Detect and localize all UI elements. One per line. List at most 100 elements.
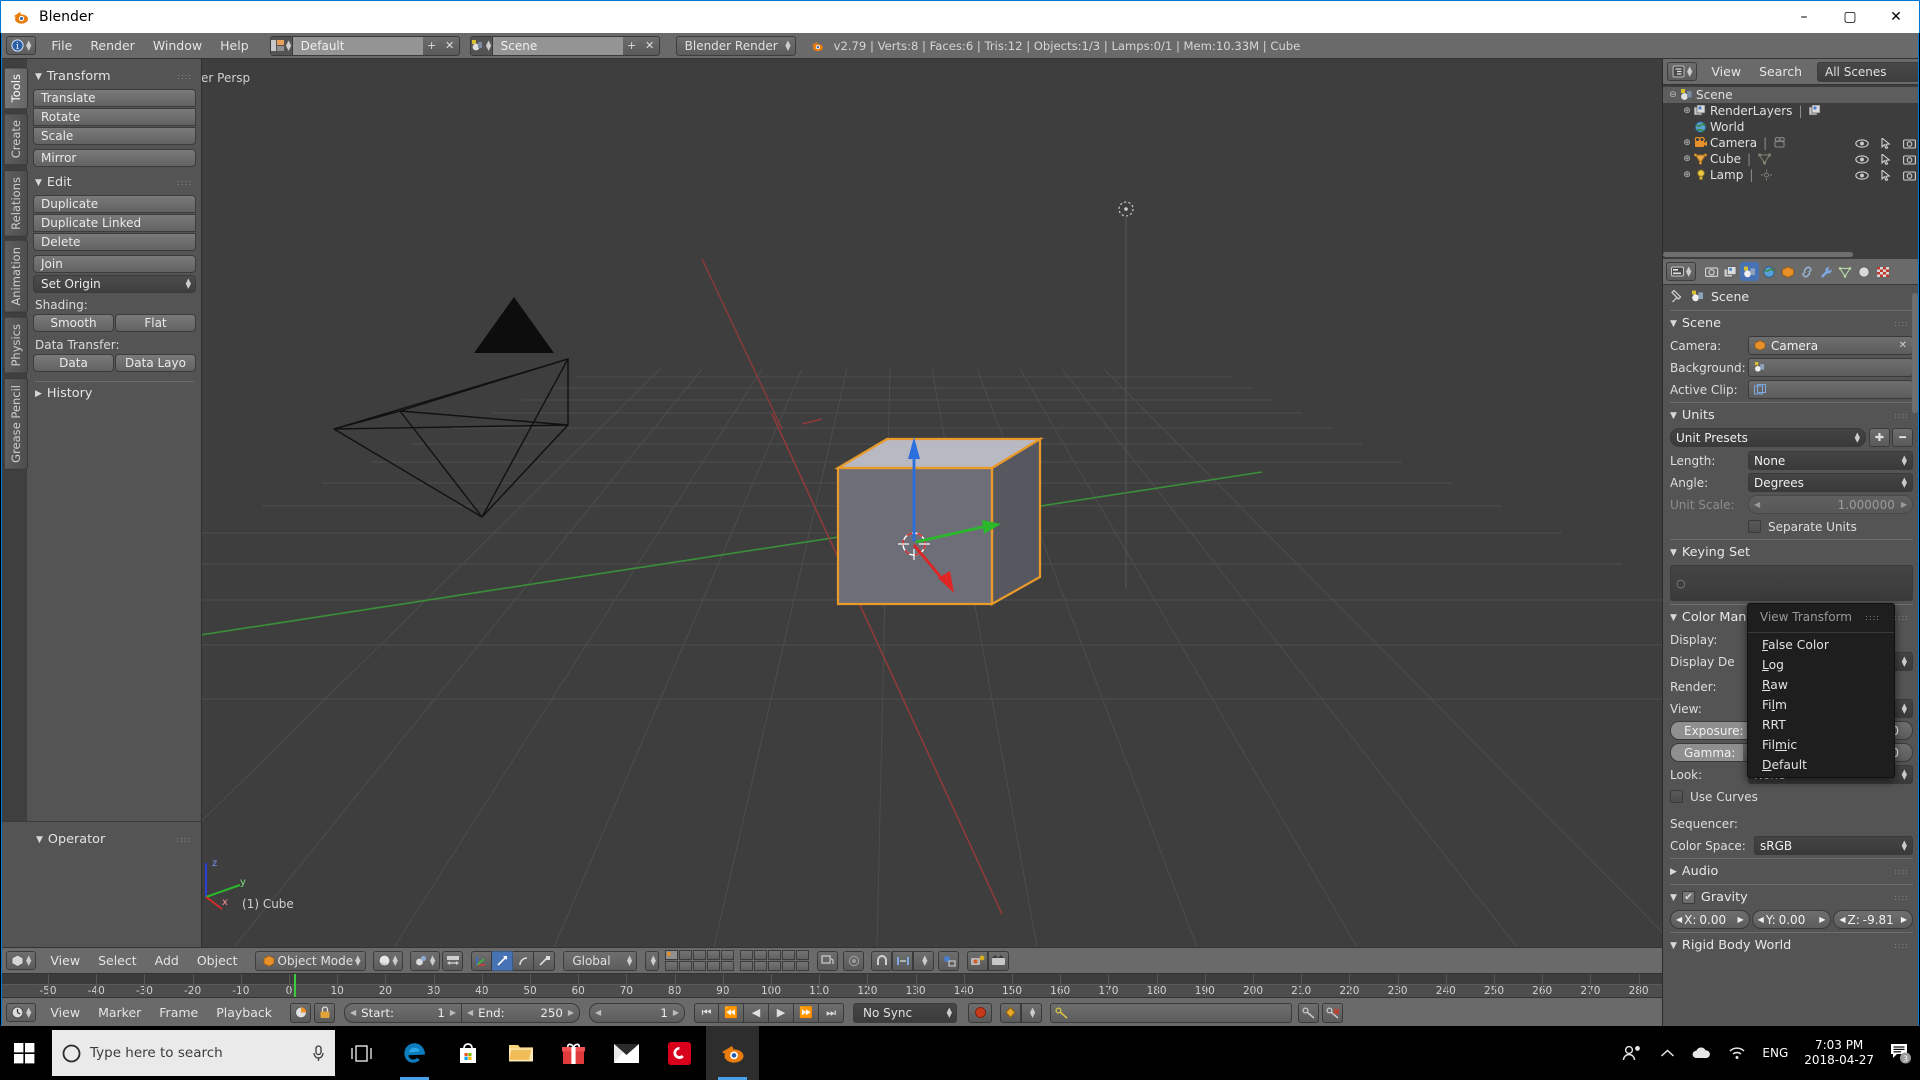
keying-set-list[interactable]: ○ <box>1670 565 1913 601</box>
restrict-render-icon[interactable] <box>1903 154 1916 165</box>
operator-panel-header[interactable]: ▼ Operator :::: <box>36 832 195 847</box>
dropdown-item-film[interactable]: Film <box>1748 695 1894 715</box>
outliner-menu-view[interactable]: View <box>1702 62 1750 81</box>
wifi-icon[interactable] <box>1728 1046 1746 1060</box>
tab-texture[interactable] <box>1873 262 1892 281</box>
restrict-select-icon[interactable] <box>1881 153 1891 165</box>
delete-button[interactable]: Delete <box>33 233 196 251</box>
tab-scene[interactable] <box>1740 262 1760 281</box>
insert-keyframe-button[interactable] <box>1298 1002 1320 1023</box>
restrict-render-icon[interactable] <box>1903 138 1916 149</box>
outliner-tree[interactable]: ⊖ Scene ⊕ RenderLayers | World ⊕ Camera … <box>1663 85 1918 183</box>
scene-layers-group-1[interactable] <box>665 950 735 971</box>
snap-magnet-button[interactable] <box>871 950 893 971</box>
history-panel-header[interactable]: ▶ History <box>35 386 196 401</box>
increment-arrow-icon[interactable]: ▶ <box>1738 915 1744 924</box>
timeline-menu-marker[interactable]: Marker <box>89 1003 150 1022</box>
increment-arrow-icon[interactable]: ▶ <box>450 1008 456 1017</box>
pivot-point-selector[interactable]: ▲ ▼ <box>409 950 441 971</box>
renderlayer-data-icon[interactable] <box>1808 105 1823 117</box>
gravity-x-field[interactable]: ◀ X: 0.00 ▶ <box>1670 910 1750 929</box>
dropdown-item-default[interactable]: Default <box>1748 755 1894 775</box>
keying-set-panel-header[interactable]: ▼ Keying Set <box>1670 545 1913 560</box>
start-button[interactable] <box>0 1026 48 1080</box>
data-layout-button[interactable]: Data Layo <box>115 354 196 372</box>
restrict-select-icon[interactable] <box>1881 137 1891 149</box>
play-reverse-button[interactable]: ◀ <box>744 1002 770 1023</box>
gravity-panel-header[interactable]: ▼ ✔ Gravity :::: <box>1670 890 1913 905</box>
lamp-data-icon[interactable] <box>1759 169 1774 181</box>
layer-cell[interactable] <box>754 961 768 971</box>
layer-cell[interactable] <box>665 950 679 960</box>
join-button[interactable]: Join <box>33 255 196 273</box>
outliner-row-renderlayers[interactable]: ⊕ RenderLayers | <box>1663 103 1918 119</box>
tab-object-data[interactable] <box>1835 262 1854 281</box>
auto-keyframe-button[interactable] <box>290 1002 312 1023</box>
timeline-menu-playback[interactable]: Playback <box>207 1003 281 1022</box>
clear-camera-icon[interactable]: ✕ <box>1899 340 1907 351</box>
keying-set-spinner-button[interactable]: ▲ ▼ <box>1021 1002 1043 1023</box>
active-keying-set-field[interactable] <box>1050 1002 1293 1023</box>
lock-layers-button[interactable] <box>817 950 839 971</box>
layer-cell[interactable] <box>693 950 707 960</box>
increment-arrow-icon[interactable]: ▶ <box>1901 500 1907 509</box>
gravity-z-field[interactable]: ◀ Z: -9.81 ▶ <box>1833 910 1914 929</box>
pin-icon[interactable] <box>1670 289 1685 304</box>
duplicate-button[interactable]: Duplicate <box>33 195 196 213</box>
timeline-editor-type-selector[interactable]: ▲ ▼ <box>6 1003 37 1022</box>
record-button[interactable] <box>968 1002 993 1023</box>
3d-viewport[interactable]: User Persp z y x (1) Cube <box>2 59 1662 947</box>
increment-arrow-icon[interactable]: ▶ <box>568 1008 574 1017</box>
separate-units-checkbox[interactable] <box>1748 520 1761 533</box>
transform-orientation-selector[interactable]: Global ▲ ▼ <box>563 950 638 971</box>
gravity-y-field[interactable]: ◀ Y: 0.00 ▶ <box>1751 910 1832 929</box>
language-indicator[interactable]: ENG <box>1762 1046 1788 1060</box>
edge-browser-button[interactable] <box>388 1026 441 1080</box>
snap-settings-button[interactable] <box>938 950 960 971</box>
outliner-row-cube[interactable]: ⊕ Cube | <box>1663 151 1918 167</box>
layer-cell[interactable] <box>796 961 810 971</box>
render-opengl-viewport-button[interactable] <box>967 950 989 971</box>
adobe-creative-cloud-button[interactable] <box>653 1026 706 1080</box>
layer-cell[interactable] <box>721 961 735 971</box>
outliner-row-scene[interactable]: ⊖ Scene <box>1663 87 1918 103</box>
outliner-row-world[interactable]: World <box>1663 119 1918 135</box>
viewport-menu-object[interactable]: Object <box>188 951 247 970</box>
active-clip-field[interactable] <box>1748 380 1913 399</box>
layer-cell[interactable] <box>754 950 768 960</box>
menu-help[interactable]: Help <box>211 36 258 55</box>
layer-cell[interactable] <box>796 950 810 960</box>
restrict-view-icon[interactable] <box>1855 138 1869 148</box>
dropdown-item-log[interactable]: Log <box>1748 655 1894 675</box>
transform-panel-header[interactable]: ▼ Transform :::: <box>35 69 196 84</box>
layer-cell[interactable] <box>740 950 754 960</box>
expand-icon[interactable]: ⊕ <box>1681 170 1693 180</box>
tool-tab-tools[interactable]: Tools <box>5 67 28 110</box>
tab-material[interactable] <box>1854 262 1873 281</box>
gravity-enable-checkbox[interactable]: ✔ <box>1681 891 1695 904</box>
scale-button[interactable]: Scale <box>33 127 196 145</box>
layer-cell[interactable] <box>665 961 679 971</box>
layer-cell[interactable] <box>679 961 693 971</box>
decrement-arrow-icon[interactable]: ◀ <box>1839 915 1845 924</box>
search-box[interactable]: Type here to search <box>52 1030 335 1076</box>
task-view-button[interactable] <box>335 1026 388 1080</box>
decrement-arrow-icon[interactable]: ◀ <box>595 1008 601 1017</box>
decrement-arrow-icon[interactable]: ◀ <box>350 1008 356 1017</box>
restrict-render-icon[interactable] <box>1903 170 1916 181</box>
remove-unit-preset-button[interactable]: ━ <box>1892 428 1913 447</box>
rigid-body-world-panel-header[interactable]: ▼ Rigid Body World :::: <box>1670 938 1913 953</box>
restrict-view-icon[interactable] <box>1855 170 1869 180</box>
translate-manipulator-button[interactable] <box>492 950 514 971</box>
tab-object[interactable] <box>1778 262 1797 281</box>
end-frame-field[interactable]: ◀ End: 250 ▶ <box>462 1002 581 1023</box>
decrement-arrow-icon[interactable]: ◀ <box>467 1008 473 1017</box>
file-explorer-button[interactable] <box>494 1026 547 1080</box>
flat-button[interactable]: Flat <box>115 314 196 332</box>
scene-remove-button[interactable]: ✕ <box>641 39 659 52</box>
outliner-row-lamp[interactable]: ⊕ Lamp | <box>1663 167 1918 183</box>
decrement-arrow-icon[interactable]: ◀ <box>1758 915 1764 924</box>
scene-panel-header[interactable]: ▼ Scene :::: <box>1670 316 1913 331</box>
viewport-editor-type-selector[interactable]: ▲ ▼ <box>6 951 37 970</box>
increment-arrow-icon[interactable]: ▶ <box>673 1008 679 1017</box>
